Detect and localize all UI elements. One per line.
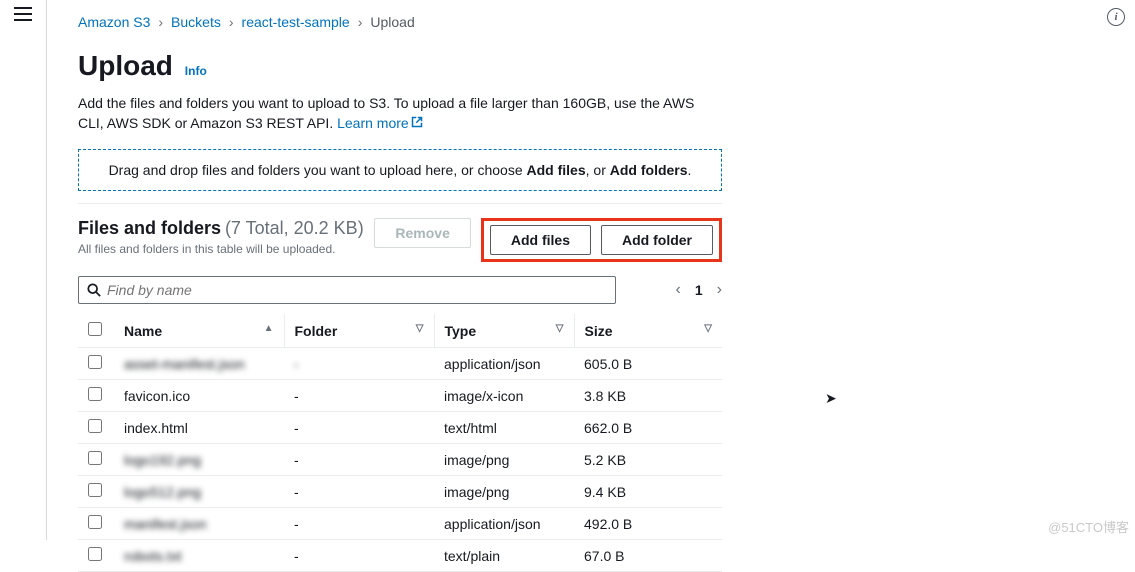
cell-type: image/png <box>434 444 574 476</box>
table-row: index.html-text/html662.0 B <box>78 412 722 444</box>
table-row: robots.txt-text/plain67.0 B <box>78 540 722 572</box>
add-folder-button[interactable]: Add folder <box>601 225 713 255</box>
row-checkbox[interactable] <box>88 547 102 561</box>
cell-name: robots.txt <box>114 540 284 572</box>
cell-name: logo512.png <box>114 476 284 508</box>
row-checkbox[interactable] <box>88 419 102 433</box>
cell-type: text/plain <box>434 540 574 572</box>
row-checkbox[interactable] <box>88 483 102 497</box>
files-panel-subtitle: All files and folders in this table will… <box>78 242 364 256</box>
table-row: logo192.png-image/png5.2 KB <box>78 444 722 476</box>
page-next-icon[interactable]: › <box>717 281 722 299</box>
cell-type: application/json <box>434 348 574 380</box>
breadcrumb-current: Upload <box>370 14 414 30</box>
cell-name: index.html <box>114 412 284 444</box>
cell-type: image/x-icon <box>434 380 574 412</box>
col-type[interactable]: Type <box>445 323 477 339</box>
table-row: logo512.png-image/png9.4 KB <box>78 476 722 508</box>
cell-name: manifest.json <box>114 508 284 540</box>
pagination: ‹ 1 › <box>676 281 722 299</box>
cell-type: text/html <box>434 412 574 444</box>
col-name[interactable]: Name <box>124 323 162 339</box>
files-panel-title: Files and folders <box>78 218 221 238</box>
cell-folder: - <box>284 412 434 444</box>
breadcrumb-buckets[interactable]: Buckets <box>171 14 221 30</box>
chevron-right-icon: › <box>358 14 363 30</box>
page-description: Add the files and folders you want to up… <box>78 94 718 133</box>
cell-size: 492.0 B <box>574 508 722 540</box>
cell-size: 5.2 KB <box>574 444 722 476</box>
select-all-checkbox[interactable] <box>88 322 102 336</box>
table-row: favicon.ico-image/x-icon3.8 KB <box>78 380 722 412</box>
cell-size: 3.8 KB <box>574 380 722 412</box>
cell-size: 9.4 KB <box>574 476 722 508</box>
add-files-button[interactable]: Add files <box>490 225 591 255</box>
cell-folder: - <box>284 508 434 540</box>
cell-folder: - <box>284 444 434 476</box>
row-checkbox[interactable] <box>88 387 102 401</box>
external-link-icon <box>411 114 423 134</box>
cell-folder: - <box>284 348 434 380</box>
info-panel-icon[interactable]: i <box>1107 8 1125 26</box>
learn-more-link[interactable]: Learn more <box>337 115 423 131</box>
breadcrumb-root[interactable]: Amazon S3 <box>78 14 150 30</box>
filter-icon[interactable]: ▽ <box>556 323 564 334</box>
col-size[interactable]: Size <box>585 323 613 339</box>
cell-type: image/png <box>434 476 574 508</box>
table-row: manifest.json-application/json492.0 B <box>78 508 722 540</box>
row-checkbox[interactable] <box>88 515 102 529</box>
row-checkbox[interactable] <box>88 451 102 465</box>
files-table: Name ▲ Folder ▽ Type ▽ Size ▽ asset-manifest… <box>78 314 722 572</box>
col-folder[interactable]: Folder <box>295 323 338 339</box>
files-panel-count: (7 Total, 20.2 KB) <box>225 218 364 238</box>
cell-folder: - <box>284 476 434 508</box>
cell-type: application/json <box>434 508 574 540</box>
watermark: @51CTO博客 <box>1048 517 1129 536</box>
cell-size: 662.0 B <box>574 412 722 444</box>
search-icon <box>87 283 101 297</box>
page-number: 1 <box>695 282 703 298</box>
cell-folder: - <box>284 380 434 412</box>
menu-toggle-icon[interactable] <box>14 2 38 26</box>
sort-asc-icon[interactable]: ▲ <box>264 323 274 334</box>
filter-icon[interactable]: ▽ <box>704 323 712 334</box>
chevron-right-icon: › <box>158 14 163 30</box>
tutorial-highlight: Add files Add folder <box>481 218 722 262</box>
chevron-right-icon: › <box>229 14 234 30</box>
filter-icon[interactable]: ▽ <box>416 323 424 334</box>
row-checkbox[interactable] <box>88 355 102 369</box>
page-title: Upload <box>78 50 173 82</box>
info-link[interactable]: Info <box>185 64 207 78</box>
dropzone[interactable]: Drag and drop files and folders you want… <box>78 149 722 191</box>
page-prev-icon[interactable]: ‹ <box>676 281 681 299</box>
cell-name: favicon.ico <box>114 380 284 412</box>
cell-size: 605.0 B <box>574 348 722 380</box>
remove-button[interactable]: Remove <box>374 218 470 248</box>
cell-name: asset-manifest.json <box>114 348 284 380</box>
breadcrumb: Amazon S3 › Buckets › react-test-sample … <box>78 14 1069 30</box>
breadcrumb-bucket-name[interactable]: react-test-sample <box>242 14 350 30</box>
search-box[interactable] <box>78 276 616 304</box>
cell-folder: - <box>284 540 434 572</box>
search-input[interactable] <box>107 282 607 298</box>
cell-size: 67.0 B <box>574 540 722 572</box>
cell-name: logo192.png <box>114 444 284 476</box>
table-row: asset-manifest.json-application/json605.… <box>78 348 722 380</box>
